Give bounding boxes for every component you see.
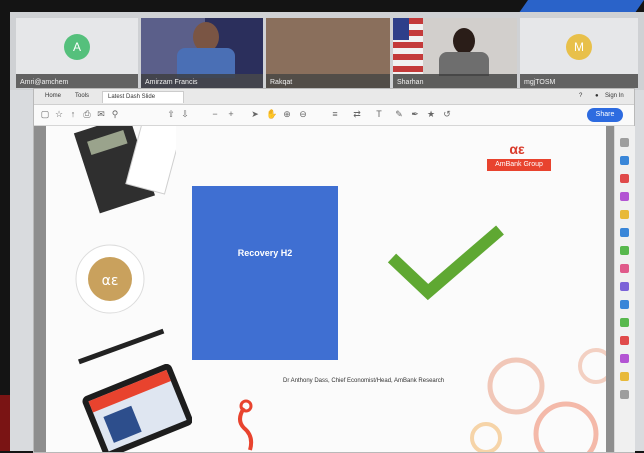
- sign-in-link[interactable]: Sign In: [600, 91, 629, 102]
- tab-home[interactable]: Home: [40, 91, 66, 102]
- participant-name: mgjTOSM: [524, 79, 556, 86]
- search-icon[interactable]: ⚲: [110, 109, 120, 119]
- zoom-out-icon[interactable]: −: [210, 109, 220, 119]
- upload-icon[interactable]: ↑: [68, 109, 78, 119]
- text-tool-icon[interactable]: T: [374, 109, 384, 119]
- zoom-in-icon[interactable]: +: [226, 109, 236, 119]
- tab-bar: Home Tools Latest Dash Slide ? ● Sign In: [34, 89, 634, 105]
- participant-tile[interactable]: Sharhan: [393, 18, 517, 88]
- participant-video: [266, 18, 390, 74]
- fit-page-icon[interactable]: ⇄: [352, 109, 362, 119]
- participant-video: [439, 52, 489, 76]
- stamp-icon[interactable]: ★: [426, 109, 436, 119]
- presenter-credit: Dr Anthony Dass, Chief Economist/Head, A…: [283, 378, 445, 384]
- print-icon[interactable]: ⎙: [82, 109, 92, 119]
- participant-tile[interactable]: Amirzam Francis: [141, 18, 263, 88]
- participant-name: Rakqat: [270, 79, 293, 86]
- brand-swirl-decoration: [238, 399, 254, 451]
- shared-screen-viewer: Home Tools Latest Dash Slide ? ● Sign In…: [33, 88, 635, 453]
- undo-icon[interactable]: ↺: [442, 109, 452, 119]
- tablet-decoration: [82, 364, 192, 452]
- slide-title-box: Recovery H2: [192, 186, 338, 360]
- brand-swirl-decoration: [470, 348, 606, 452]
- save-icon[interactable]: ▢: [40, 109, 50, 119]
- comment-tool-icon[interactable]: [620, 210, 629, 219]
- organize-icon[interactable]: [620, 246, 629, 255]
- view-menu-icon[interactable]: ≡: [330, 109, 340, 119]
- hand-tool-icon[interactable]: ✋: [266, 109, 277, 119]
- svg-text:αε: αε: [102, 273, 119, 289]
- next-page-icon[interactable]: ⇩: [180, 109, 190, 119]
- select-tool-icon[interactable]: ➤: [250, 109, 260, 119]
- coffee-cup-decoration: αε: [75, 244, 145, 314]
- send-icon[interactable]: [620, 318, 629, 327]
- participant-video: [453, 28, 475, 54]
- protect-icon[interactable]: [620, 282, 629, 291]
- redact-icon[interactable]: [620, 264, 629, 273]
- brand-logo: AmBank Group: [487, 159, 551, 171]
- pen-icon[interactable]: ✒: [410, 109, 420, 119]
- participant-tile[interactable]: M mgjTOSM: [520, 18, 638, 88]
- stamp-tool-icon[interactable]: [620, 336, 629, 345]
- participant-tile[interactable]: Rakqat: [266, 18, 390, 88]
- more-tools-icon[interactable]: [620, 372, 629, 381]
- help-icon[interactable]: ?: [574, 91, 587, 102]
- edit-pdf-icon[interactable]: [620, 192, 629, 201]
- participant-avatar: M: [566, 34, 592, 60]
- tab-document[interactable]: Latest Dash Slide: [102, 91, 184, 103]
- participants-strip: A Amri@amchem Amirzam Francis Rakqat Sha…: [10, 12, 644, 90]
- flag-backdrop: [393, 18, 409, 40]
- prev-page-icon[interactable]: ⇧: [166, 109, 176, 119]
- brand-logo-icon: αε: [509, 141, 525, 157]
- share-button[interactable]: Share: [587, 108, 623, 122]
- checkmark-icon: [387, 225, 504, 301]
- calculator-decoration: [73, 126, 176, 214]
- combine-icon[interactable]: [620, 228, 629, 237]
- slide-page: αε αε AmBank Group Recovery H2 Dr Anthon…: [46, 126, 606, 452]
- participant-name: Amri@amchem: [20, 79, 69, 86]
- export-pdf-icon[interactable]: [620, 174, 629, 183]
- tab-tools[interactable]: Tools: [70, 91, 94, 102]
- comment-icon[interactable]: ✎: [394, 109, 404, 119]
- zoom-icon[interactable]: [620, 138, 629, 147]
- settings-icon[interactable]: [620, 390, 629, 399]
- toolbar: ▢ ☆ ↑ ⎙ ✉ ⚲ ⇧ ⇩ − + ➤ ✋ ⊕ ⊖ ≡ ⇄ T ✎ ✒ ★ …: [34, 105, 634, 126]
- bookmark-icon[interactable]: ☆: [54, 109, 64, 119]
- participant-tile[interactable]: A Amri@amchem: [16, 18, 138, 88]
- compare-icon[interactable]: [620, 354, 629, 363]
- slide-title: Recovery H2: [237, 248, 293, 258]
- participant-avatar: A: [64, 34, 90, 60]
- pen-decoration: [78, 328, 165, 365]
- zoom-tool-icon[interactable]: ⊖: [298, 109, 308, 119]
- document-canvas[interactable]: αε αε AmBank Group Recovery H2 Dr Anthon…: [34, 126, 614, 452]
- tools-sidebar: [614, 126, 635, 452]
- mail-icon[interactable]: ✉: [96, 109, 106, 119]
- participant-name: Amirzam Francis: [145, 79, 198, 86]
- meeting-window: A Amri@amchem Amirzam Francis Rakqat Sha…: [10, 12, 644, 453]
- fill-sign-icon[interactable]: [620, 300, 629, 309]
- create-pdf-icon[interactable]: [620, 156, 629, 165]
- participant-name: Sharhan: [397, 79, 424, 86]
- zoom-tool-icon[interactable]: ⊕: [282, 109, 292, 119]
